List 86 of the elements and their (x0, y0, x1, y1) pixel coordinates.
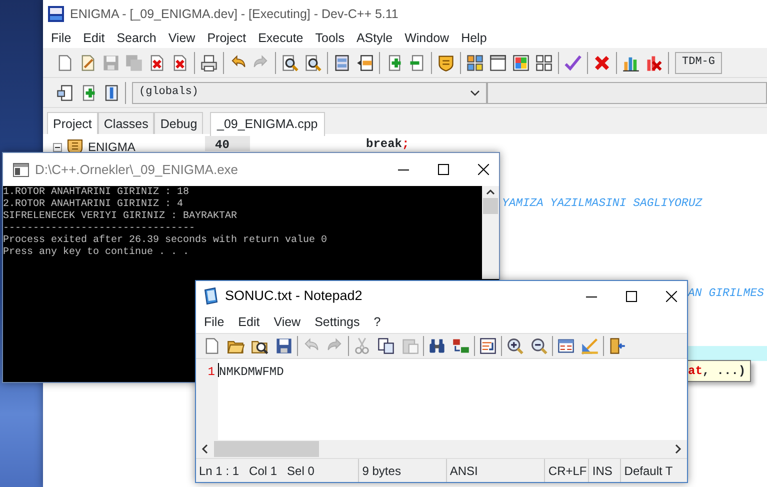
caret-icon (470, 90, 480, 96)
menu-item[interactable]: Project (201, 28, 252, 48)
menu-item[interactable]: File (45, 28, 78, 48)
scope-dropdown[interactable]: (globals) (132, 82, 487, 104)
status-field: INS (589, 459, 622, 482)
panel-icon[interactable] (333, 54, 351, 72)
app-logo-icon (48, 6, 64, 22)
page-icon[interactable] (203, 337, 221, 355)
file-tab[interactable]: _09_ENIGMA.cpp (210, 112, 325, 136)
console-line: 2.ROTOR ANAHTARINI GIRINIZ : 4 (3, 199, 184, 211)
menu-item[interactable]: Settings (308, 312, 367, 332)
window-icon[interactable] (557, 337, 575, 355)
scroll-thumb[interactable] (483, 198, 498, 214)
scroll-up-icon[interactable] (486, 189, 495, 195)
compiler-dropdown[interactable]: TDM-G (675, 52, 722, 74)
status-field: CR+LF (545, 459, 590, 482)
menu-item[interactable]: Tools (309, 28, 350, 48)
console-line: SIFRELENECEK VERIYI GIRINIZ : BAYRAKTAR (3, 211, 238, 223)
menu-item[interactable]: Execute (252, 28, 310, 48)
panel-tab[interactable]: Project (47, 112, 98, 134)
status-field: Default T (621, 459, 687, 482)
bar-chart-cross-icon[interactable] (645, 54, 663, 72)
checkmark-icon[interactable] (564, 54, 582, 72)
console-line: -------------------------------- (3, 223, 196, 234)
notepad-icon (203, 287, 219, 305)
code-comment: AN GIRILMES (688, 286, 764, 302)
close-icon[interactable] (478, 164, 489, 175)
window-title: ENIGMA - [_09_ENIGMA.dev] - [Executing] - Dev-C++ 5.11 (70, 6, 398, 23)
document-text: NMKDMWFMD (219, 364, 284, 381)
page-minus-icon[interactable] (408, 54, 426, 72)
horizontal-scrollbar[interactable] (196, 440, 687, 458)
maximize-icon[interactable] (626, 290, 637, 302)
status-field: 9 bytes (359, 459, 447, 482)
magnifier-page-icon[interactable] (304, 54, 322, 72)
panel-tab[interactable]: Classes (98, 112, 154, 134)
zoom-in-icon[interactable] (506, 337, 524, 355)
tree-item[interactable]: ENIGMA (88, 138, 136, 156)
window-icon[interactable] (489, 54, 507, 72)
cross-icon[interactable] (593, 54, 611, 72)
expander-icon[interactable] (53, 142, 62, 152)
scrollbar[interactable] (482, 186, 499, 279)
grid-icon[interactable] (466, 54, 484, 72)
binoculars-icon[interactable] (428, 337, 446, 355)
copy-icon[interactable] (377, 337, 395, 355)
window-title: SONUC.txt - Notepad2 (225, 286, 362, 305)
menu-item[interactable]: ? (366, 312, 388, 332)
printer-icon[interactable] (200, 54, 218, 72)
menu-item[interactable]: AStyle (350, 28, 399, 48)
page-arrow-icon[interactable] (56, 84, 74, 102)
status-field: ANSI (446, 459, 546, 482)
wrap-icon[interactable] (479, 337, 497, 355)
window-title: D:\C++.Ornekler\_09_ENIGMA.exe (35, 160, 238, 179)
menu-item[interactable]: Help (455, 28, 493, 48)
close-icon[interactable] (666, 290, 677, 302)
page-cross-icon[interactable] (171, 54, 189, 72)
code-text: break; (366, 136, 410, 152)
console-line: 1.ROTOR ANAHTARINI GIRINIZ : 18 (3, 187, 190, 199)
status-field: Ln 1 : 1 Col 1 Sel 0 (196, 459, 360, 482)
shield-icon[interactable] (437, 54, 455, 72)
ruler-icon[interactable] (581, 337, 599, 355)
console-line: Process exited after 26.39 seconds with return value 0 (3, 235, 328, 246)
console-icon (13, 162, 29, 176)
text-cursor (218, 363, 219, 377)
grid-icon[interactable] (535, 54, 553, 72)
page-cross-icon[interactable] (148, 54, 166, 72)
zoom-out-icon[interactable] (530, 337, 548, 355)
grid-icon[interactable] (512, 54, 530, 72)
menu-item[interactable]: Edit (77, 28, 111, 48)
panel-tab[interactable]: Debug (154, 112, 204, 134)
menu-item[interactable]: Window (398, 28, 456, 48)
console-line: Press any key to continue . . . (3, 247, 190, 259)
panel-icon[interactable] (356, 54, 374, 72)
menu-item[interactable]: Search (110, 28, 162, 48)
page-icon[interactable] (79, 54, 97, 72)
code-comment: YAMIZA YAZILMASINI SAGLIYORUZ (502, 196, 702, 212)
menu-item[interactable]: Edit (231, 312, 267, 332)
exit-door-icon[interactable] (608, 337, 626, 355)
page-icon[interactable] (56, 54, 74, 72)
menu-item[interactable]: File (197, 312, 232, 332)
menu-item[interactable]: View (266, 312, 308, 332)
scroll-thumb[interactable] (214, 441, 319, 457)
menu-item[interactable]: View (162, 28, 202, 48)
line-number: 1 (208, 365, 215, 379)
maximize-icon[interactable] (438, 164, 449, 175)
magnifier-page-icon[interactable] (281, 54, 299, 72)
line-number: 40 (205, 136, 250, 151)
